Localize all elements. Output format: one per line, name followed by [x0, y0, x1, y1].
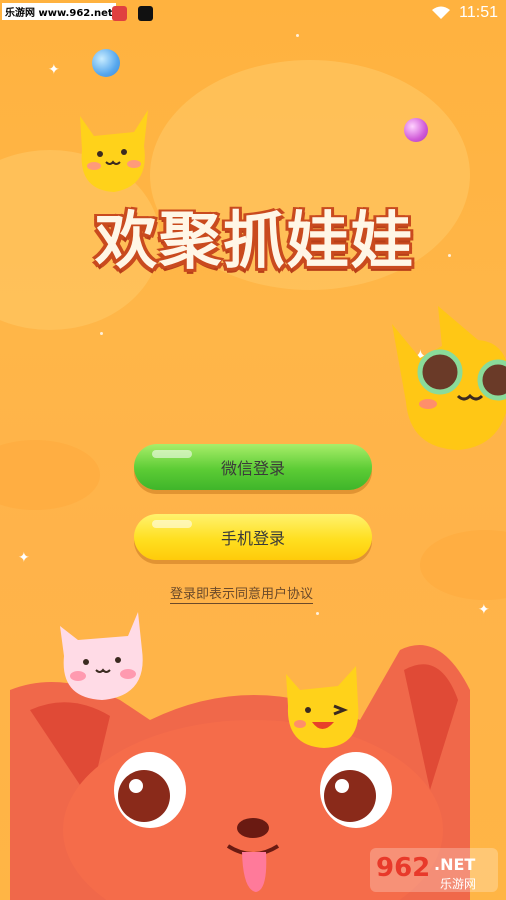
winking-cat-character — [286, 666, 359, 748]
site-watermark-logo: 962 .NET 乐游网 — [370, 848, 498, 892]
app-title: 欢聚抓娃娃 — [94, 204, 415, 277]
cool-cat-character — [392, 306, 506, 450]
status-bar: 乐游网 www.962.net 11:51 — [0, 0, 506, 26]
wechat-login-button[interactable]: 微信登录 — [134, 444, 372, 490]
phone-login-button[interactable]: 手机登录 — [134, 514, 372, 560]
wechat-login-label: 微信登录 — [220, 459, 285, 478]
dot-decoration — [100, 332, 103, 335]
blue-ball — [92, 49, 120, 77]
sparkle-icon: ✦ — [18, 550, 30, 566]
purple-ball — [404, 118, 428, 142]
yellow-cat-character — [80, 110, 148, 192]
svg-text:.NET: .NET — [434, 855, 475, 874]
cloud-decoration — [0, 440, 100, 510]
tiktok-icon — [138, 6, 153, 21]
cloud-decoration — [420, 530, 506, 600]
clock: 11:51 — [459, 4, 498, 21]
sparkle-icon: ✦ — [478, 602, 490, 618]
dot-decoration — [296, 34, 299, 37]
user-agreement-link[interactable]: 登录即表示同意用户协议 — [170, 583, 314, 604]
dot-decoration — [316, 612, 319, 615]
svg-text:乐游网: 乐游网 — [440, 877, 476, 891]
login-screen: 乐游网 www.962.net 11:51 ✦ ✦ ✦ ✦ 欢聚抓娃娃 微信登录 — [0, 0, 506, 900]
phone-login-label: 手机登录 — [220, 529, 285, 548]
app-notification-icon — [112, 6, 127, 21]
svg-text:962: 962 — [376, 853, 430, 883]
sparkle-icon: ✦ — [48, 62, 60, 78]
watermark-label: 乐游网 www.962.net — [2, 3, 116, 20]
wifi-icon — [432, 6, 450, 19]
pink-cat-character — [60, 612, 143, 700]
